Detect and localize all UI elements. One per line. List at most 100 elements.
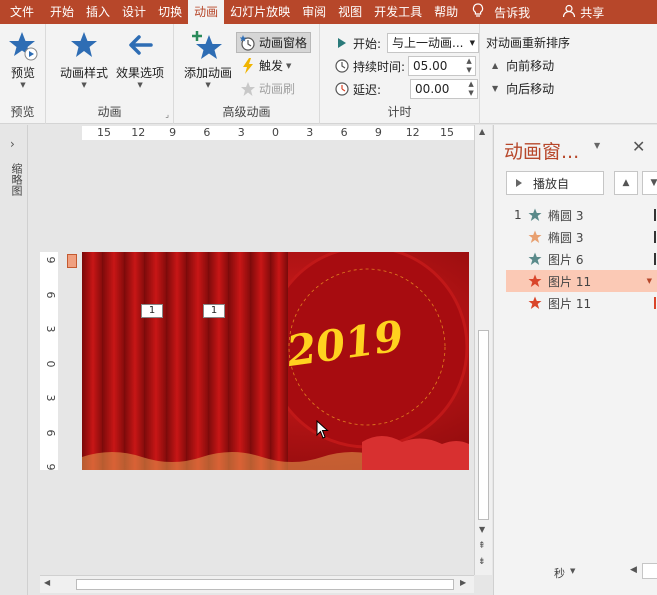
add-star-icon: [192, 31, 222, 59]
horizontal-scrollbar[interactable]: ◀ ▶: [40, 575, 474, 593]
play-from-label: 播放自: [533, 176, 570, 191]
tab-design[interactable]: 设计: [116, 0, 152, 24]
effect-star-icon: [526, 230, 544, 244]
chevron-down-icon: ▼: [469, 39, 476, 47]
animation-list-item[interactable]: 1 椭圆 3: [506, 204, 657, 226]
scroll-down-icon[interactable]: ▼: [479, 525, 485, 534]
painter-star-icon: [240, 81, 256, 97]
animation-pane-button[interactable]: 动画窗格: [236, 32, 312, 53]
ruler-tick-label: 9: [374, 126, 382, 139]
move-down-button[interactable]: ▼: [642, 171, 657, 195]
tab-insert[interactable]: 插入: [80, 0, 116, 24]
move-later-button[interactable]: ▼ 向后移动: [492, 80, 554, 97]
lightning-icon: [240, 57, 256, 74]
animation-order-tag[interactable]: 1: [203, 304, 225, 318]
seconds-label[interactable]: 秒: [554, 565, 565, 581]
pane-options-icon[interactable]: ▼: [594, 141, 600, 150]
tell-me-box[interactable]: 告诉我: [472, 0, 530, 24]
tab-help[interactable]: 帮助: [428, 0, 464, 24]
ruler-tick-label: 9: [169, 126, 177, 139]
effect-star-icon: [526, 274, 544, 288]
animation-pane-label: 动画窗格: [259, 36, 308, 50]
animation-item-name: 椭圆 3: [548, 208, 584, 223]
duration-input[interactable]: 05.00 ▲ ▼: [408, 56, 477, 76]
clock-icon: [334, 58, 350, 74]
animation-list-item[interactable]: 图片 6: [506, 248, 657, 270]
add-animation-button[interactable]: 添加动画 ▼: [184, 30, 232, 89]
tab-developer[interactable]: 开发工具: [368, 0, 428, 24]
animation-item-name: 椭圆 3: [548, 230, 584, 245]
animation-order-tag[interactable]: 1: [141, 304, 163, 318]
tab-view[interactable]: 视图: [332, 0, 368, 24]
arrow-left-icon: [129, 35, 153, 55]
ruler-tick-label: 0: [44, 360, 57, 367]
delay-spinner[interactable]: ▲ ▼: [466, 80, 476, 98]
prev-slide-icon[interactable]: ⇞: [478, 541, 486, 551]
share-button[interactable]: 共享: [562, 0, 604, 24]
horizontal-ruler: 15 12 9 6 3 0 3 6 9 12 15: [82, 126, 474, 140]
scroll-left-icon[interactable]: ◀: [44, 578, 50, 587]
ruler-tick-label: 15: [440, 126, 454, 139]
ruler-tick-label: 6: [44, 429, 57, 436]
timeline-bar-icon: [654, 209, 656, 221]
tab-file[interactable]: 文件: [0, 0, 44, 24]
tab-review[interactable]: 审阅: [296, 0, 332, 24]
ruler-tick-label: 9: [44, 256, 57, 264]
animation-list-item[interactable]: 椭圆 3: [506, 226, 657, 248]
preview-star-icon: [9, 32, 38, 61]
slide[interactable]: 2019 1 1: [82, 252, 469, 470]
triangle-down-icon: ▼: [492, 84, 499, 93]
duration-spinner[interactable]: ▲ ▼: [464, 57, 474, 75]
animation-group-label: 动画: [97, 105, 122, 119]
timeline-scroll-box[interactable]: [642, 563, 657, 579]
animation-pane: 动画窗... ▼ ✕ 播放自 ▲ ▼ 1 椭圆 3 椭圆 3 图片 6 图片 11 ▼ 图片…: [493, 125, 657, 595]
scroll-right-icon[interactable]: ▶: [460, 578, 466, 587]
expand-thumbs-icon[interactable]: ›: [10, 137, 15, 151]
dialog-launcher-icon[interactable]: ⌟: [165, 110, 169, 119]
next-slide-icon[interactable]: ⇟: [478, 557, 486, 567]
chevron-down-icon: ▼: [286, 61, 292, 70]
animation-styles-button[interactable]: 动画样式 ▼: [60, 30, 108, 89]
curtain-image: [82, 252, 288, 470]
ruler-tick-label: 12: [131, 126, 146, 139]
animation-marker-icon[interactable]: [67, 254, 77, 268]
tab-slideshow[interactable]: 幻灯片放映: [224, 0, 296, 24]
timeline-scroll-left-icon[interactable]: ◀: [630, 565, 637, 575]
chevron-down-icon: ▼: [81, 81, 87, 89]
start-row: 开始: 与上一动画... ▼: [334, 33, 480, 53]
delay-input[interactable]: 00.00 ▲ ▼: [410, 79, 479, 99]
scroll-thumb[interactable]: [478, 330, 489, 520]
person-icon: [562, 4, 576, 21]
play-from-button[interactable]: 播放自: [506, 171, 604, 195]
animation-painter-button[interactable]: 动画刷: [240, 80, 295, 97]
chevron-down-icon[interactable]: ▼: [570, 567, 575, 575]
scroll-up-icon[interactable]: ▲: [479, 127, 485, 136]
move-up-button[interactable]: ▲: [614, 171, 638, 195]
trigger-button[interactable]: 触发 ▼: [240, 57, 291, 74]
tab-transitions[interactable]: 切换: [152, 0, 188, 24]
scroll-thumb[interactable]: [76, 579, 454, 590]
animation-item-name: 图片 11: [548, 274, 592, 289]
vertical-scrollbar[interactable]: ▲ ▼ ⇞ ⇟: [474, 125, 492, 575]
animation-list-item[interactable]: 图片 11 ▼: [506, 270, 657, 292]
animation-item-name: 图片 11: [548, 296, 592, 311]
close-icon[interactable]: ✕: [632, 137, 645, 156]
start-dropdown[interactable]: 与上一动画... ▼: [387, 33, 480, 53]
tab-home[interactable]: 开始: [44, 0, 80, 24]
chevron-down-icon[interactable]: ▼: [647, 277, 652, 285]
timing-group: 开始: 与上一动画... ▼ 持续时间: 05.00 ▲ ▼ 延迟: 00.00 …: [320, 24, 480, 124]
animation-painter-label: 动画刷: [259, 82, 296, 96]
animation-group: 动画样式 ▼ 效果选项 ▼ 动画 ⌟: [46, 24, 174, 124]
effect-options-label: 效果选项: [116, 66, 165, 80]
effect-options-button[interactable]: 效果选项 ▼: [116, 30, 164, 89]
tab-animations[interactable]: 动画: [188, 0, 225, 24]
preview-group-label: 预览: [10, 105, 35, 119]
vertical-ruler: 9 6 3 0 3 6 9: [40, 252, 58, 471]
preview-button[interactable]: 预览 ▼: [8, 30, 38, 89]
slide-background: 2019: [82, 252, 469, 470]
move-earlier-button[interactable]: ▲ 向前移动: [492, 57, 554, 74]
ruler-tick-label: 3: [44, 394, 57, 402]
ruler-tick-label: 3: [306, 126, 314, 139]
animation-list-item[interactable]: 图片 11: [506, 292, 657, 314]
start-value: 与上一动画...: [392, 36, 464, 50]
